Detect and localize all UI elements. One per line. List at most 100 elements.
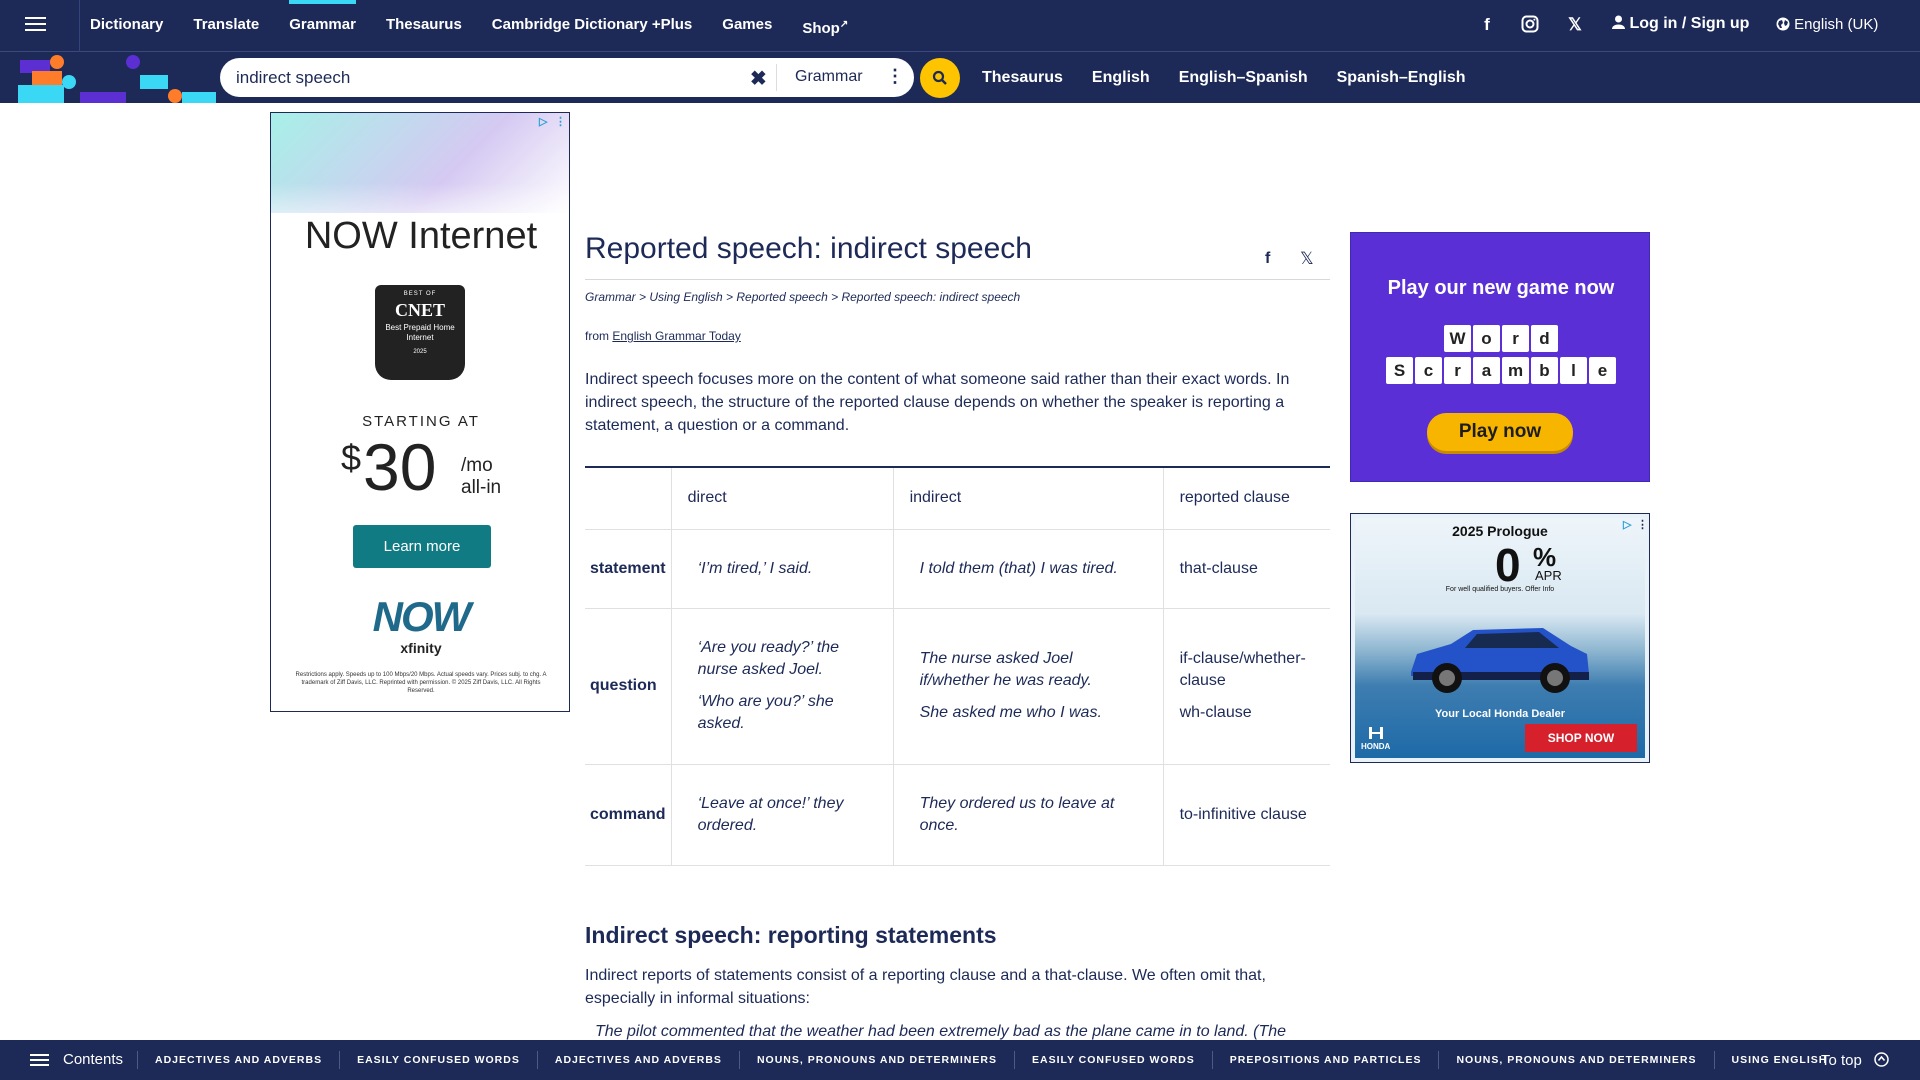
table-row: command ‘Leave at once!’ they ordered. T…	[585, 764, 1330, 866]
nav-games[interactable]: Games	[722, 0, 772, 52]
facebook-icon[interactable]: f	[1476, 15, 1498, 37]
cell-reported: that-clause	[1162, 529, 1330, 609]
indirect-example-1: The nurse asked Joel if/whether he was r…	[919, 650, 1092, 689]
link-english-spanish[interactable]: English–Spanish	[1179, 69, 1308, 87]
price-allin: all-in	[461, 477, 502, 498]
share-facebook-icon[interactable]: f	[1265, 250, 1270, 268]
letter-tile: d	[1531, 325, 1558, 352]
nav-shop[interactable]: Shop↗	[802, 0, 848, 52]
honda-logo: HONDA	[1361, 726, 1390, 751]
search-icon	[932, 70, 947, 85]
category-link[interactable]: ADJECTIVES AND ADVERBS	[137, 1051, 339, 1069]
link-english[interactable]: English	[1092, 69, 1150, 87]
ad-menu-icon[interactable]: ⋮	[555, 115, 566, 128]
direct-example-2: ‘Who are you?’ she asked.	[697, 693, 834, 732]
to-top-button[interactable]: To top	[1821, 1052, 1889, 1069]
category-link[interactable]: NOUNS, PRONOUNS AND DETERMINERS	[738, 1051, 1014, 1069]
section-heading: Indirect speech: reporting statements	[585, 922, 997, 948]
speech-table: direct indirect reported clause statemen…	[585, 466, 1330, 866]
nav-shop-label: Shop	[802, 20, 840, 37]
arrow-up-circle-icon	[1866, 1052, 1889, 1069]
category-link[interactable]: PREPOSITIONS AND PARTICLES	[1211, 1051, 1439, 1069]
letter-tile: o	[1473, 325, 1500, 352]
table-corner	[585, 467, 672, 530]
category-link[interactable]: ADJECTIVES AND ADVERBS	[536, 1051, 739, 1069]
x-twitter-icon[interactable]: 𝕏	[1564, 15, 1586, 37]
category-link[interactable]: NOUNS, PRONOUNS AND DETERMINERS	[1438, 1051, 1713, 1069]
honda-model: 2025 Prologue	[1452, 523, 1548, 539]
contents-toggle[interactable]: Contents	[30, 1051, 123, 1069]
contents-label: Contents	[63, 1051, 124, 1068]
reported-type-2: wh-clause	[1179, 704, 1252, 721]
price-period: /mo all-in	[461, 455, 501, 499]
cell-direct: ‘Are you ready?’ the nurse asked Joel. ‘…	[670, 608, 894, 765]
letter-tile: b	[1531, 357, 1558, 384]
row-label-statement: statement	[585, 529, 672, 609]
clear-search-icon[interactable]: ✖	[750, 66, 767, 91]
more-options-icon[interactable]: ⋮	[886, 66, 904, 87]
shop-now-button[interactable]: SHOP NOW	[1525, 724, 1637, 752]
category-link[interactable]: EASILY CONFUSED WORDS	[1013, 1051, 1212, 1069]
login-separator: /	[1681, 15, 1687, 32]
learn-more-button[interactable]: Learn more	[353, 525, 491, 568]
indirect-example-2: She asked me who I was.	[919, 704, 1102, 721]
word-scramble-ad[interactable]: Play our new game now Word Scramble Play…	[1350, 232, 1650, 482]
share-x-icon[interactable]: 𝕏	[1300, 249, 1314, 269]
nav-dictionary-plus[interactable]: Cambridge Dictionary +Plus	[492, 0, 692, 52]
nav-translate[interactable]: Translate	[193, 0, 259, 52]
apr-label: APR	[1535, 568, 1562, 583]
now-internet-ad[interactable]: ▷ ⋮ NOW Internet BEST OF CNET Best Prepa…	[270, 112, 570, 712]
price-per: /mo	[461, 455, 493, 476]
play-now-button[interactable]: Play now	[1427, 413, 1573, 451]
search-button[interactable]	[920, 58, 960, 98]
instagram-icon[interactable]	[1519, 15, 1541, 37]
login-link[interactable]: Log in	[1629, 15, 1677, 32]
menu-icon[interactable]	[0, 0, 80, 52]
nav-grammar[interactable]: Grammar	[289, 0, 356, 52]
column-header-direct: direct	[670, 467, 894, 530]
car-image	[1411, 628, 1589, 693]
source-label: from	[585, 329, 609, 343]
badge-brand: CNET	[394, 300, 445, 320]
letter-tile: l	[1560, 357, 1587, 384]
cell-direct: ‘Leave at once!’ they ordered.	[670, 764, 894, 866]
word-tiles-row-1: Word	[1351, 325, 1651, 352]
cambridge-logo[interactable]	[18, 55, 218, 103]
letter-tile: W	[1444, 325, 1471, 352]
breadcrumb[interactable]: Grammar > Using English > Reported speec…	[585, 290, 1020, 304]
cell-indirect: The nurse asked Joel if/whether he was r…	[892, 608, 1164, 765]
top-navigation-bar: Dictionary Translate Grammar Thesaurus C…	[0, 0, 1920, 52]
source-line: from English Grammar Today	[585, 329, 741, 343]
page-title: Reported speech: indirect speech	[585, 232, 1032, 265]
login-signup[interactable]: Log in / Sign up	[1612, 15, 1749, 33]
table-row: question ‘Are you ready?’ the nurse aske…	[585, 608, 1330, 765]
external-link-icon: ↗	[839, 19, 849, 30]
nav-thesaurus[interactable]: Thesaurus	[386, 0, 462, 52]
link-spanish-english[interactable]: Spanish–English	[1337, 69, 1466, 87]
honda-emblem-icon	[1368, 727, 1383, 739]
nav-dictionary[interactable]: Dictionary	[90, 0, 163, 52]
language-selector[interactable]: English (UK)	[1776, 16, 1878, 33]
honda-wordmark: HONDA	[1361, 742, 1391, 751]
now-logo: NOW	[372, 593, 472, 640]
adchoices-icon[interactable]: ▷	[539, 115, 547, 128]
category-link[interactable]: EASILY CONFUSED WORDS	[339, 1051, 537, 1069]
cell-reported: if-clause/whether-clause wh-clause	[1162, 608, 1330, 765]
letter-tile: a	[1473, 357, 1500, 384]
search-divider	[776, 64, 777, 91]
row-label-question: question	[585, 608, 672, 765]
globe-icon	[1776, 16, 1794, 33]
letter-tile: m	[1502, 357, 1529, 384]
row-label-command: command	[585, 764, 672, 866]
link-thesaurus[interactable]: Thesaurus	[982, 69, 1063, 87]
source-link[interactable]: English Grammar Today	[612, 329, 741, 343]
category-links: ADJECTIVES AND ADVERBS EASILY CONFUSED W…	[137, 1040, 1844, 1080]
column-header-indirect: indirect	[892, 467, 1164, 530]
signup-link[interactable]: Sign up	[1691, 15, 1750, 32]
dictionary-select[interactable]: Grammar	[795, 68, 863, 86]
honda-prologue-ad[interactable]: ▷ ⋮ 2025 Prologue 0 % APR For well quali…	[1350, 513, 1650, 763]
letter-tile: r	[1444, 357, 1471, 384]
user-icon	[1612, 15, 1629, 32]
letter-tile: e	[1589, 357, 1616, 384]
search-input[interactable]	[236, 58, 756, 97]
